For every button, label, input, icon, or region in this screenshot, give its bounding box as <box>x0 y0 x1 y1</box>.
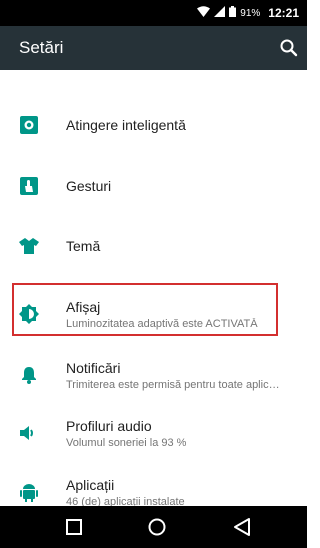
signal-icon <box>214 6 226 20</box>
settings-item-display[interactable]: Afișaj Luminozitatea adaptivă este ACTIV… <box>0 284 307 344</box>
wifi-icon <box>197 6 211 20</box>
recents-button[interactable] <box>63 516 85 538</box>
navigation-bar <box>0 506 307 548</box>
settings-item-title: Afișaj <box>66 298 101 315</box>
bell-icon <box>18 364 40 386</box>
settings-item-title: Temă <box>66 238 101 254</box>
brightness-icon <box>18 303 40 325</box>
settings-item-smart-touch[interactable]: Atingere inteligentă <box>0 95 307 155</box>
settings-item-audio-profiles[interactable]: Profiluri audio Volumul soneriei la 93 % <box>0 403 307 463</box>
smart-touch-icon <box>18 114 40 136</box>
clock: 12:21 <box>268 6 299 20</box>
settings-item-theme[interactable]: Temă <box>0 216 307 276</box>
status-bar: 91% 12:21 <box>0 0 307 26</box>
settings-item-title: Notificări <box>66 359 121 376</box>
settings-item-title: Atingere inteligentă <box>66 117 186 133</box>
page-title: Setări <box>19 38 64 57</box>
settings-item-summary: Luminozitatea adaptivă este ACTIVATĂ <box>66 317 258 330</box>
back-button[interactable] <box>232 516 254 538</box>
gesture-icon <box>18 175 40 197</box>
settings-item-notifications[interactable]: Notificări Trimiterea este permisă pentr… <box>0 345 307 405</box>
battery-percent: 91% <box>240 7 261 19</box>
shirt-icon <box>18 235 40 257</box>
settings-item-summary: Volumul soneriei la 93 % <box>66 436 187 449</box>
settings-item-summary: Trimiterea este permisă pentru toate apl… <box>66 378 280 391</box>
android-icon <box>18 481 40 503</box>
settings-item-title: Profiluri audio <box>66 417 152 434</box>
settings-item-title: Aplicații <box>66 476 115 493</box>
app-bar: Setări <box>0 26 307 70</box>
settings-item-title: Gesturi <box>66 178 112 194</box>
battery-icon <box>229 6 237 20</box>
volume-icon <box>18 422 40 444</box>
settings-item-gestures[interactable]: Gesturi <box>0 156 307 216</box>
search-icon[interactable] <box>279 38 299 58</box>
home-button[interactable] <box>146 516 168 538</box>
